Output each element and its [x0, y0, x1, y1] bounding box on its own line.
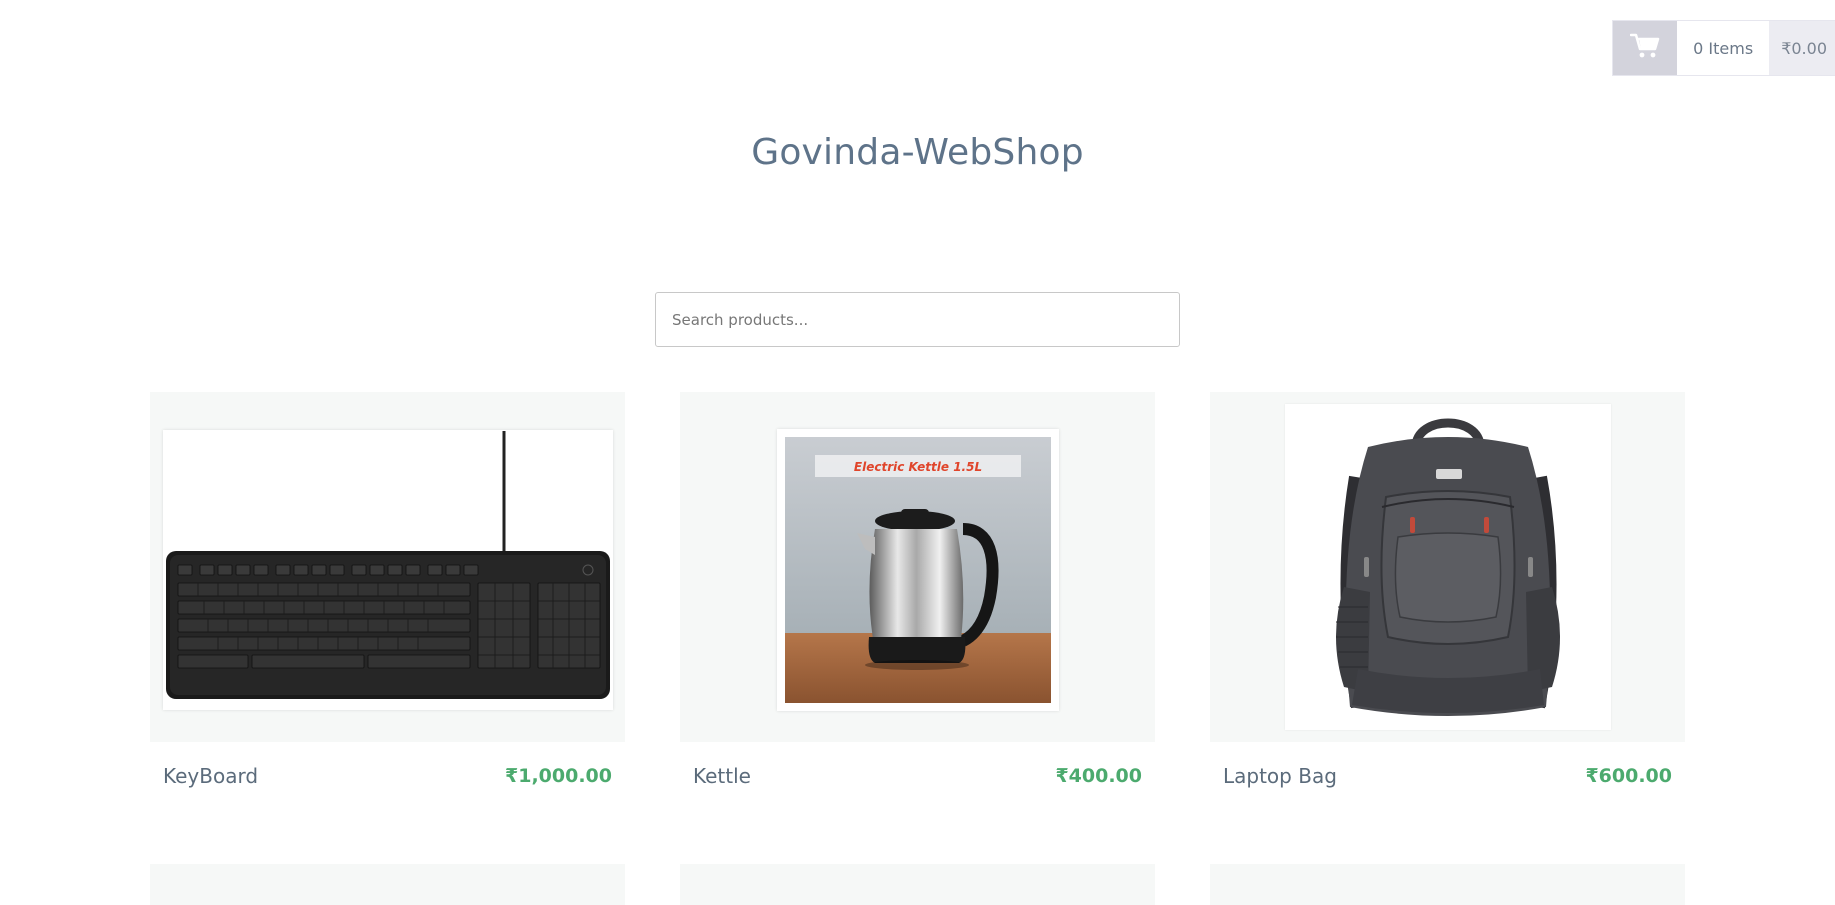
product-info: KeyBoard ₹1,000.00 [150, 764, 625, 788]
product-price: ₹600.00 [1585, 765, 1672, 787]
product-info: Kettle ₹400.00 [680, 764, 1155, 788]
product-card[interactable]: Laptop Bag ₹600.00 [1210, 392, 1685, 788]
product-card-partial[interactable] [1210, 864, 1685, 905]
product-card-partial[interactable] [680, 864, 1155, 905]
product-image-container[interactable]: Electric Kettle 1.5L [680, 392, 1155, 742]
product-price: ₹400.00 [1055, 765, 1142, 787]
kettle-image: Electric Kettle 1.5L [776, 429, 1059, 711]
product-image-container[interactable] [1210, 392, 1685, 742]
cart-icon [1629, 33, 1660, 63]
cart-item-count: 0 Items [1677, 21, 1770, 75]
product-price: ₹1,000.00 [505, 765, 612, 787]
product-name[interactable]: Laptop Bag [1223, 764, 1337, 788]
page: 0 Items ₹0.00 Govinda-WebShop Search pro… [0, 0, 1835, 905]
cart-total: ₹0.00 [1769, 21, 1835, 75]
laptop-bag-image [1284, 404, 1611, 730]
product-card[interactable]: KeyBoard ₹1,000.00 [150, 392, 625, 788]
product-image-container[interactable] [150, 392, 625, 742]
product-name[interactable]: Kettle [693, 764, 751, 788]
kettle-image-caption: Electric Kettle 1.5L [853, 460, 981, 474]
product-info: Laptop Bag ₹600.00 [1210, 764, 1685, 788]
product-name[interactable]: KeyBoard [163, 764, 258, 788]
product-card-partial[interactable] [150, 864, 625, 905]
cart-button[interactable] [1613, 21, 1678, 75]
cart-widget[interactable]: 0 Items ₹0.00 [1612, 20, 1835, 76]
page-title: Govinda-WebShop [751, 132, 1084, 173]
product-card[interactable]: Electric Kettle 1.5L Kettle ₹400.00 [680, 392, 1155, 788]
keyboard-image [162, 430, 613, 710]
search-input[interactable] [655, 292, 1180, 347]
